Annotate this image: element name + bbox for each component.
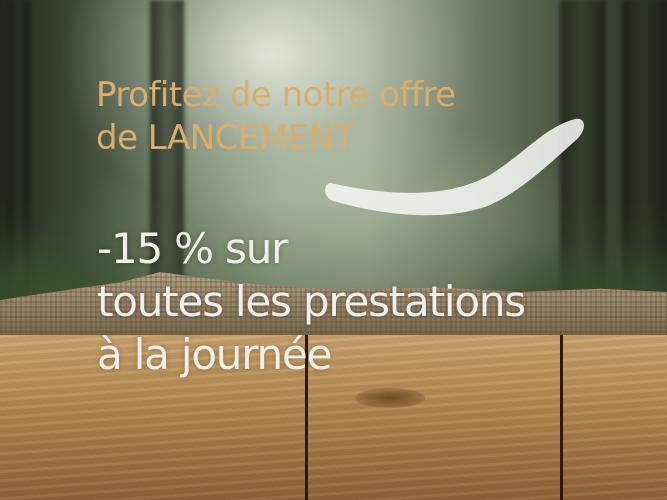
plank-gap [560,335,563,500]
promo-banner: Profitez de notre offre de LANCEMENT -15… [0,0,667,500]
offer-line-1: -15 % sur [97,224,288,273]
headline-line-2: de LANCEMENT [96,118,354,158]
offer-line-2: toutes les prestations [97,277,526,326]
headline-line-1: Profitez de notre offre [96,75,456,115]
headline: Profitez de notre offre de LANCEMENT [96,74,456,160]
offer-line-3: à la journée [97,330,332,379]
offer-text: -15 % sur toutes les prestations à la jo… [97,222,526,381]
wood-knot [355,388,425,408]
